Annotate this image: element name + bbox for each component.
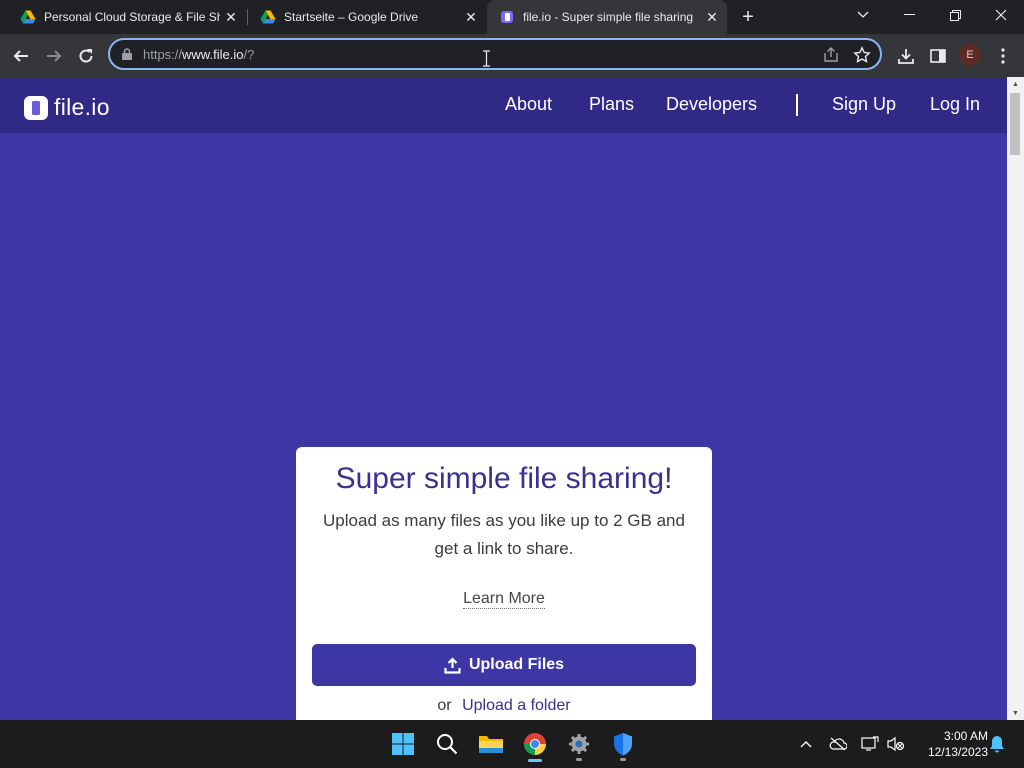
bell-icon (990, 736, 1004, 753)
hero-heading: Super simple file sharing! (335, 462, 673, 495)
fileio-icon (501, 11, 513, 23)
web-page: file.io About Plans Developers Sign Up L… (0, 77, 1007, 720)
chrome-taskbar-button[interactable] (517, 726, 553, 762)
reload-button[interactable] (73, 43, 99, 69)
page-scrollbar[interactable]: ▲ ▼ (1007, 77, 1024, 720)
taskbar-search-button[interactable] (429, 726, 465, 762)
minimize-button[interactable] (886, 0, 932, 30)
clock-time: 3:00 AM (943, 729, 988, 743)
scroll-thumb[interactable] (1010, 93, 1020, 155)
logo-text: file.io (54, 94, 110, 120)
scroll-down-arrow[interactable]: ▼ (1007, 706, 1024, 720)
nav-developers-link[interactable]: Developers (666, 94, 757, 115)
url-host: www.file.io (182, 47, 244, 62)
learn-more-link[interactable]: Learn More (463, 590, 545, 609)
site-logo[interactable]: file.io (24, 94, 110, 121)
close-tab-icon[interactable]: ✕ (222, 8, 240, 26)
upload-files-label: Upload Files (468, 656, 565, 673)
show-hidden-icons-button[interactable] (796, 734, 816, 754)
google-drive-icon (20, 10, 36, 24)
side-panel-icon (930, 49, 946, 63)
settings-taskbar-button[interactable] (561, 726, 597, 762)
learn-more-row: Learn More (296, 590, 712, 609)
chrome-icon (524, 733, 546, 755)
defender-taskbar-button[interactable] (605, 726, 641, 762)
side-panel-button[interactable] (925, 43, 951, 69)
restore-button[interactable] (932, 0, 978, 30)
shield-icon (614, 733, 632, 756)
tab-fileio[interactable]: file.io - Super simple file sharing ✕ (487, 0, 727, 34)
minimize-icon (903, 14, 915, 15)
forward-button[interactable] (41, 43, 67, 69)
reload-icon (79, 49, 93, 63)
browser-toolbar: https://www.file.io/? E (0, 34, 1024, 77)
share-icon[interactable] (822, 46, 840, 64)
new-tab-button[interactable]: + (737, 6, 759, 28)
search-icon (437, 734, 458, 755)
cloud-offline-icon (829, 737, 847, 751)
close-window-button[interactable] (978, 0, 1024, 30)
chevron-down-icon (857, 11, 869, 18)
downloads-button[interactable] (893, 43, 919, 69)
system-clock[interactable]: 3:00 AM 12/13/2023 (912, 728, 988, 760)
tab-strip: Personal Cloud Storage & File Sh ✕ Start… (0, 0, 1024, 34)
site-navbar: file.io About Plans Developers Sign Up L… (0, 77, 1007, 133)
hero-subtitle: Upload as many files as you like up to 2… (323, 511, 685, 558)
close-icon (995, 9, 1007, 21)
gear-icon (569, 734, 589, 754)
upload-folder-row: or Upload a folder (296, 697, 712, 715)
fileio-logo-icon (24, 95, 48, 120)
arrow-right-icon (47, 50, 62, 62)
lock-icon (122, 48, 132, 60)
google-drive-icon (260, 10, 276, 24)
chevron-up-icon (800, 741, 812, 748)
restore-icon (949, 9, 961, 21)
folder-icon (479, 736, 503, 753)
more-vertical-icon (1001, 48, 1005, 64)
tab-search-button[interactable] (840, 0, 886, 30)
nav-divider (796, 94, 798, 116)
notifications-button[interactable] (987, 734, 1007, 754)
or-text: or (437, 697, 452, 714)
volume-tray-button[interactable] (886, 734, 906, 754)
nav-log-in-link[interactable]: Log In (930, 94, 980, 115)
windows-taskbar: 3:00 AM 12/13/2023 (0, 720, 1024, 768)
tab-title: Startseite – Google Drive (284, 10, 419, 24)
back-button[interactable] (8, 43, 34, 69)
arrow-left-icon (13, 50, 28, 62)
tab-google-drive[interactable]: Startseite – Google Drive ✕ (240, 0, 486, 34)
address-bar[interactable]: https://www.file.io/? (108, 38, 882, 70)
tab-title: file.io - Super simple file sharing (523, 10, 694, 24)
url-text: https://www.file.io/? (143, 47, 254, 62)
close-tab-icon[interactable]: ✕ (703, 8, 721, 26)
speaker-muted-icon (887, 736, 905, 752)
monitor-network-icon (861, 736, 879, 751)
onedrive-tray-button[interactable] (828, 734, 848, 754)
windows-logo-icon (392, 733, 414, 755)
tab-title: Personal Cloud Storage & File Sh (44, 10, 220, 24)
upload-icon (444, 656, 461, 674)
start-button[interactable] (385, 726, 421, 762)
nav-plans-link[interactable]: Plans (589, 94, 634, 115)
text-cursor-icon (483, 50, 490, 67)
file-explorer-button[interactable] (473, 726, 509, 762)
clock-date: 12/13/2023 (927, 745, 988, 759)
close-tab-icon[interactable]: ✕ (462, 8, 480, 26)
nav-about-link[interactable]: About (505, 94, 552, 115)
nav-sign-up-link[interactable]: Sign Up (832, 94, 896, 115)
browser-menu-button[interactable] (990, 43, 1016, 69)
bookmark-star-icon[interactable] (853, 46, 871, 64)
scroll-up-arrow[interactable]: ▲ (1007, 77, 1024, 91)
tab-personal-cloud-storage[interactable]: Personal Cloud Storage & File Sh ✕ (0, 0, 246, 34)
network-tray-button[interactable] (860, 734, 880, 754)
upload-card: Super simple file sharing! Upload as man… (296, 447, 712, 720)
download-icon (898, 49, 914, 64)
url-scheme: https:// (143, 47, 183, 62)
upload-files-button[interactable]: Upload Files (312, 644, 696, 686)
url-path: /? (243, 47, 255, 62)
upload-folder-link[interactable]: Upload a folder (462, 697, 571, 714)
profile-avatar[interactable]: E (959, 44, 981, 66)
